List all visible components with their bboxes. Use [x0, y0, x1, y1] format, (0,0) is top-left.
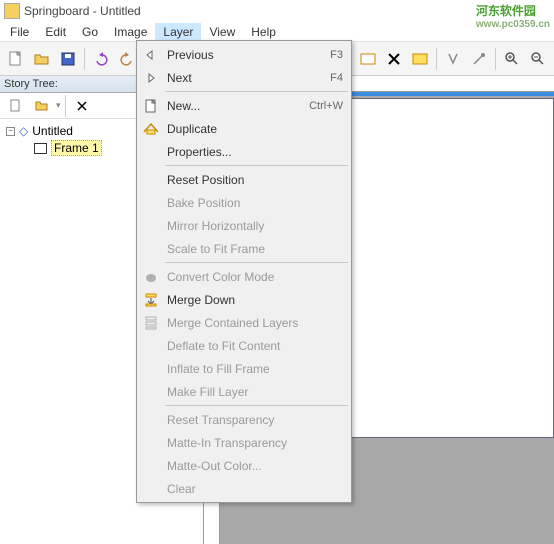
menu-image[interactable]: Image	[106, 23, 155, 41]
menu-separator	[165, 262, 348, 263]
menu-item-mirror-horizontally: Mirror Horizontally	[139, 214, 349, 237]
book-icon: ◇	[19, 124, 28, 138]
menu-item-label: Clear	[167, 482, 343, 496]
menu-file[interactable]: File	[2, 23, 37, 41]
separator	[84, 48, 85, 70]
blob-icon	[141, 270, 161, 284]
merge-contained-icon	[141, 316, 161, 330]
zoom-in-button[interactable]	[500, 47, 524, 71]
menu-item-previous[interactable]: Previous F3	[139, 43, 349, 66]
frame-icon	[34, 143, 47, 154]
menu-item-make-fill-layer: Make Fill Layer	[139, 380, 349, 403]
menu-go[interactable]: Go	[74, 23, 106, 41]
menu-separator	[165, 405, 348, 406]
new-doc-button[interactable]	[4, 94, 28, 118]
menu-item-label: Make Fill Layer	[167, 385, 343, 399]
menu-item-label: Bake Position	[167, 196, 343, 210]
menu-item-label: Matte-In Transparency	[167, 436, 343, 450]
separator	[65, 95, 66, 117]
menu-item-scale-to-fit-frame: Scale to Fit Frame	[139, 237, 349, 260]
open-folder-button[interactable]	[30, 94, 54, 118]
menu-view[interactable]: View	[201, 23, 243, 41]
save-button[interactable]	[56, 47, 80, 71]
menu-item-label: New...	[167, 99, 303, 113]
menu-item-next[interactable]: Next F4	[139, 66, 349, 89]
menu-separator	[165, 165, 348, 166]
right-arrow-icon	[141, 72, 161, 84]
menu-item-merge-contained-layers: Merge Contained Layers	[139, 311, 349, 334]
menu-item-shortcut: F4	[330, 72, 343, 84]
app-icon	[4, 3, 20, 19]
menu-item-reset-position[interactable]: Reset Position	[139, 168, 349, 191]
menu-edit[interactable]: Edit	[37, 23, 74, 41]
menu-layer[interactable]: Layer	[155, 23, 201, 41]
menu-item-label: Matte-Out Color...	[167, 459, 343, 473]
tree-root-label: Untitled	[32, 124, 73, 138]
window-title: Springboard - Untitled	[24, 4, 141, 18]
menu-item-label: Deflate to Fit Content	[167, 339, 343, 353]
menu-item-clear: Clear	[139, 477, 349, 500]
menu-item-label: Previous	[167, 48, 324, 62]
menu-item-label: Merge Contained Layers	[167, 316, 343, 330]
separator	[436, 48, 437, 70]
menu-item-label: Inflate to Fill Frame	[167, 362, 343, 376]
titlebar: Springboard - Untitled	[0, 0, 554, 22]
tool-v-button[interactable]	[441, 47, 465, 71]
menu-item-properties[interactable]: Properties...	[139, 140, 349, 163]
menu-item-label: Convert Color Mode	[167, 270, 343, 284]
menu-item-label: Merge Down	[167, 293, 343, 307]
menu-item-merge-down[interactable]: Merge Down	[139, 288, 349, 311]
layer-context-menu: Previous F3 Next F4 New... Ctrl+W Duplicate Pro…	[136, 40, 352, 503]
frame-button-2[interactable]	[356, 47, 380, 71]
zoom-out-button[interactable]	[526, 47, 550, 71]
merge-down-icon	[141, 293, 161, 307]
menu-item-matte-out-color: Matte-Out Color...	[139, 454, 349, 477]
separator	[495, 48, 496, 70]
menu-item-matte-in-transparency: Matte-In Transparency	[139, 431, 349, 454]
undo-button[interactable]	[89, 47, 113, 71]
menu-item-duplicate[interactable]: Duplicate	[139, 117, 349, 140]
menu-separator	[165, 91, 348, 92]
left-arrow-icon	[141, 49, 161, 61]
collapse-icon[interactable]: −	[6, 127, 15, 136]
new-doc-icon	[141, 99, 161, 113]
menu-item-convert-color-mode: Convert Color Mode	[139, 265, 349, 288]
film-button[interactable]	[408, 47, 432, 71]
duplicate-icon	[141, 122, 161, 136]
open-button[interactable]	[30, 47, 54, 71]
panel-close-button[interactable]	[70, 94, 94, 118]
menu-item-label: Scale to Fit Frame	[167, 242, 343, 256]
menu-item-label: Duplicate	[167, 122, 343, 136]
menu-item-inflate-to-fill-frame: Inflate to Fill Frame	[139, 357, 349, 380]
tool-wand-button[interactable]	[467, 47, 491, 71]
menu-item-bake-position: Bake Position	[139, 191, 349, 214]
menubar: FileEditGoImageLayerViewHelp	[0, 22, 554, 42]
menu-item-shortcut: F3	[330, 49, 343, 61]
menu-item-shortcut: Ctrl+W	[309, 100, 343, 112]
tree-frame-label: Frame 1	[51, 140, 102, 156]
menu-help[interactable]: Help	[243, 23, 284, 41]
dropdown-icon[interactable]: ▾	[56, 100, 61, 111]
menu-item-label: Properties...	[167, 145, 343, 159]
delete-button[interactable]	[382, 47, 406, 71]
menu-item-label: Reset Transparency	[167, 413, 343, 427]
menu-item-label: Reset Position	[167, 173, 343, 187]
menu-item-new[interactable]: New... Ctrl+W	[139, 94, 349, 117]
new-file-button[interactable]	[4, 47, 28, 71]
menu-item-deflate-to-fit-content: Deflate to Fit Content	[139, 334, 349, 357]
menu-item-reset-transparency: Reset Transparency	[139, 408, 349, 431]
menu-item-label: Next	[167, 71, 324, 85]
menu-item-label: Mirror Horizontally	[167, 219, 343, 233]
